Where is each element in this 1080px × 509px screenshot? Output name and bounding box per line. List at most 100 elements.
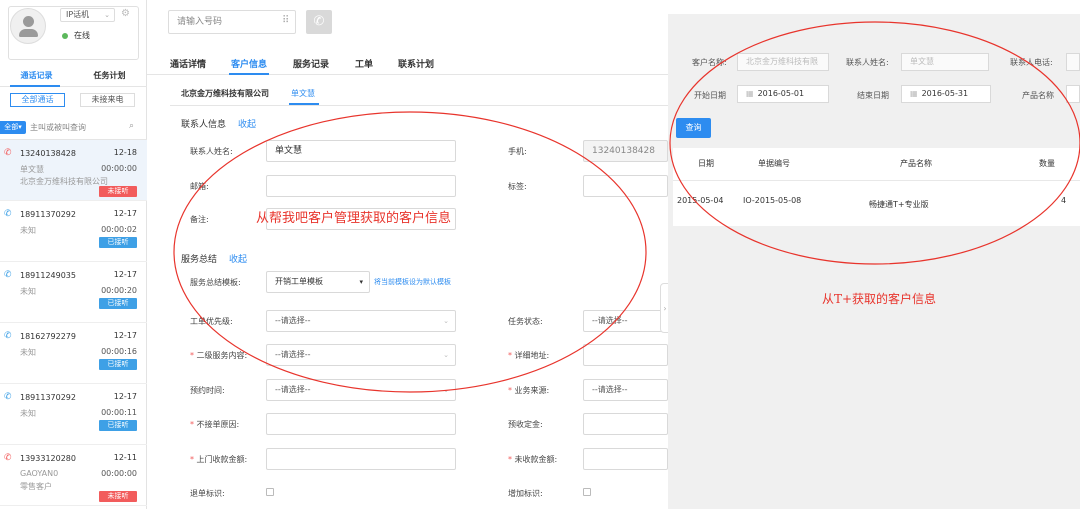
subtab-all-calls[interactable]: 全部通话 xyxy=(10,93,65,107)
no-order-reason-input[interactable] xyxy=(266,413,456,435)
source-value: --请选择-- xyxy=(592,385,628,394)
start-date-input[interactable]: ▦ 2016-05-01 xyxy=(737,85,829,103)
chevron-down-icon: ⌄ xyxy=(104,11,110,19)
table-cell-doc-number: IO-2015-05-08 xyxy=(743,196,802,205)
call-duration: 00:00:00 xyxy=(101,469,137,478)
deposit-label: 预收定金: xyxy=(508,420,543,429)
call-list-item[interactable]: ✆ 18911370292 12-17 未知 00:00:02 已接听 xyxy=(0,201,147,262)
table-header: 单据编号 xyxy=(758,159,790,168)
dial-button[interactable]: ✆ xyxy=(306,10,332,34)
call-filter-dropdown[interactable]: 全部▾ xyxy=(0,121,26,134)
call-duration: 00:00:20 xyxy=(101,286,137,295)
call-number: 18911370292 xyxy=(20,393,76,402)
tab-work-order[interactable]: 工单 xyxy=(355,57,373,70)
tab-service-records[interactable]: 服务记录 xyxy=(293,57,329,70)
priority-label: 工单优先级: xyxy=(190,317,233,326)
contact-name-input-right[interactable]: 单文慧 xyxy=(901,53,989,71)
tab-task-plan[interactable]: 任务计划 xyxy=(73,70,146,81)
tab-company[interactable]: 北京金万维科技有限公司 xyxy=(181,88,269,99)
call-number: 18911370292 xyxy=(20,210,76,219)
call-number: 13240138428 xyxy=(20,149,76,158)
tag-input[interactable] xyxy=(583,175,668,197)
table-cell-qty: 4 xyxy=(1061,196,1067,205)
call-list-item[interactable]: ✆ 18911249035 12-17 未知 00:00:20 已接听 xyxy=(0,262,147,323)
refund-flag-checkbox[interactable] xyxy=(266,488,274,496)
call-list-item[interactable]: ✆ 13240138428 12-18 单文慧 00:00:00 北京金万维科技有限公司未… xyxy=(0,140,147,201)
phone-call-icon: ✆ xyxy=(4,331,12,341)
calendar-icon: ▦ xyxy=(746,89,754,98)
subservice-value: --请选择-- xyxy=(275,350,311,359)
template-select[interactable]: 开销工单模板 ▾ xyxy=(266,271,370,293)
supplement-flag-checkbox[interactable] xyxy=(583,488,591,496)
caller-name: 单文慧 xyxy=(20,165,44,174)
subtab-missed-calls[interactable]: 未接来电 xyxy=(80,93,135,107)
task-status-select[interactable]: --请选择-- xyxy=(583,310,668,332)
product-name-label: 产品名称 xyxy=(1022,91,1054,100)
phone-call-icon: ✆ xyxy=(4,209,12,219)
onsite-amount-label: * 上门收款金额: xyxy=(190,455,248,464)
tab-call-detail[interactable]: 通话详情 xyxy=(170,57,206,70)
deposit-input[interactable] xyxy=(583,413,668,435)
contact-collapse-link[interactable]: 收起 xyxy=(238,117,256,130)
contact-name-input[interactable]: 单文慧 xyxy=(266,140,456,162)
call-number: 18911249035 xyxy=(20,271,76,280)
caller-name: GAOYAN0 xyxy=(20,469,59,478)
mobile-input[interactable]: 13240138428 xyxy=(583,140,668,162)
subservice-select[interactable]: --请选择-- ⌄ xyxy=(266,344,456,366)
source-select[interactable]: --请选择-- xyxy=(583,379,668,401)
customer-name-input[interactable]: 北京金万维科技有限 xyxy=(737,53,829,71)
call-search-input[interactable]: 主叫或被叫查询 xyxy=(30,122,86,133)
tag-label: 标签: xyxy=(508,182,527,191)
service-section-title: 服务总结 xyxy=(181,255,218,265)
chevron-right-icon: › xyxy=(663,304,667,313)
status-badge: 已接听 xyxy=(99,420,137,431)
contact-phone-label: 联系人电话: xyxy=(1010,58,1053,67)
phone-call-icon: ✆ xyxy=(4,453,12,463)
tplus-panel xyxy=(668,14,1080,509)
tab-call-records[interactable]: 通话记录 xyxy=(0,70,73,81)
query-button[interactable]: 查询 xyxy=(676,118,711,138)
search-icon[interactable]: ⌕ xyxy=(129,121,139,131)
table-cell-product: 畅捷通T+专业版 xyxy=(869,200,929,209)
mobile-label: 手机: xyxy=(508,147,527,156)
appointment-select[interactable]: --请选择-- ⌄ xyxy=(266,379,456,401)
tab-contact-plan[interactable]: 联系计划 xyxy=(398,57,434,70)
service-collapse-link[interactable]: 收起 xyxy=(229,252,247,265)
caller-name: 未知 xyxy=(20,226,36,235)
refund-flag-label: 退单标识: xyxy=(190,489,225,498)
call-list-item[interactable]: ✆ 18911370292 12-17 未知 00:00:11 已接听 xyxy=(0,384,147,445)
gear-icon[interactable]: ⚙ xyxy=(121,9,131,19)
call-date: 12-18 xyxy=(113,148,137,157)
end-date-value: 2016-05-31 xyxy=(921,89,969,98)
address-input[interactable] xyxy=(583,344,668,366)
contact-phone-input[interactable] xyxy=(1066,53,1080,71)
set-default-template-link[interactable]: 将当前模板设为默认模板 xyxy=(374,277,451,287)
phone-call-icon: ✆ xyxy=(4,392,12,402)
calendar-icon: ▦ xyxy=(910,89,918,98)
caller-company: 北京金万维科技有限公司 xyxy=(20,177,108,186)
chevron-down-icon: ⌄ xyxy=(443,386,449,394)
email-input[interactable] xyxy=(266,175,456,197)
phone-type-select[interactable]: IP话机 ⌄ xyxy=(60,8,115,22)
phone-type-value: IP话机 xyxy=(66,10,90,19)
tab-contact-person[interactable]: 单文慧 xyxy=(291,88,315,99)
unpaid-amount-input[interactable] xyxy=(583,448,668,470)
product-name-input[interactable] xyxy=(1066,85,1080,103)
start-date-value: 2016-05-01 xyxy=(757,89,805,98)
call-list-item[interactable]: ✆ 18162792279 12-17 未知 00:00:16 已接听 xyxy=(0,323,147,384)
divider xyxy=(673,180,1080,181)
end-date-input[interactable]: ▦ 2016-05-31 xyxy=(901,85,991,103)
tab-customer-info[interactable]: 客户信息 xyxy=(231,57,267,70)
keypad-icon[interactable]: ⠿ xyxy=(282,16,292,26)
status-badge: 已接听 xyxy=(99,298,137,309)
template-value: 开销工单模板 xyxy=(275,277,323,286)
onsite-amount-input[interactable] xyxy=(266,448,456,470)
call-number: 18162792279 xyxy=(20,332,76,341)
task-status-value: --请选择-- xyxy=(592,316,628,325)
status-badge: 已接听 xyxy=(99,237,137,248)
call-list-item[interactable]: ✆ 13933120280 12-11 GAOYAN0 00:00:00 零售客户 未接听 xyxy=(0,445,147,506)
note-label: 备注: xyxy=(190,215,209,224)
priority-select[interactable]: --请选择-- ⌄ xyxy=(266,310,456,332)
dial-number-input[interactable]: 请输入号码 xyxy=(168,10,296,34)
end-date-label: 结束日期 xyxy=(857,91,889,100)
